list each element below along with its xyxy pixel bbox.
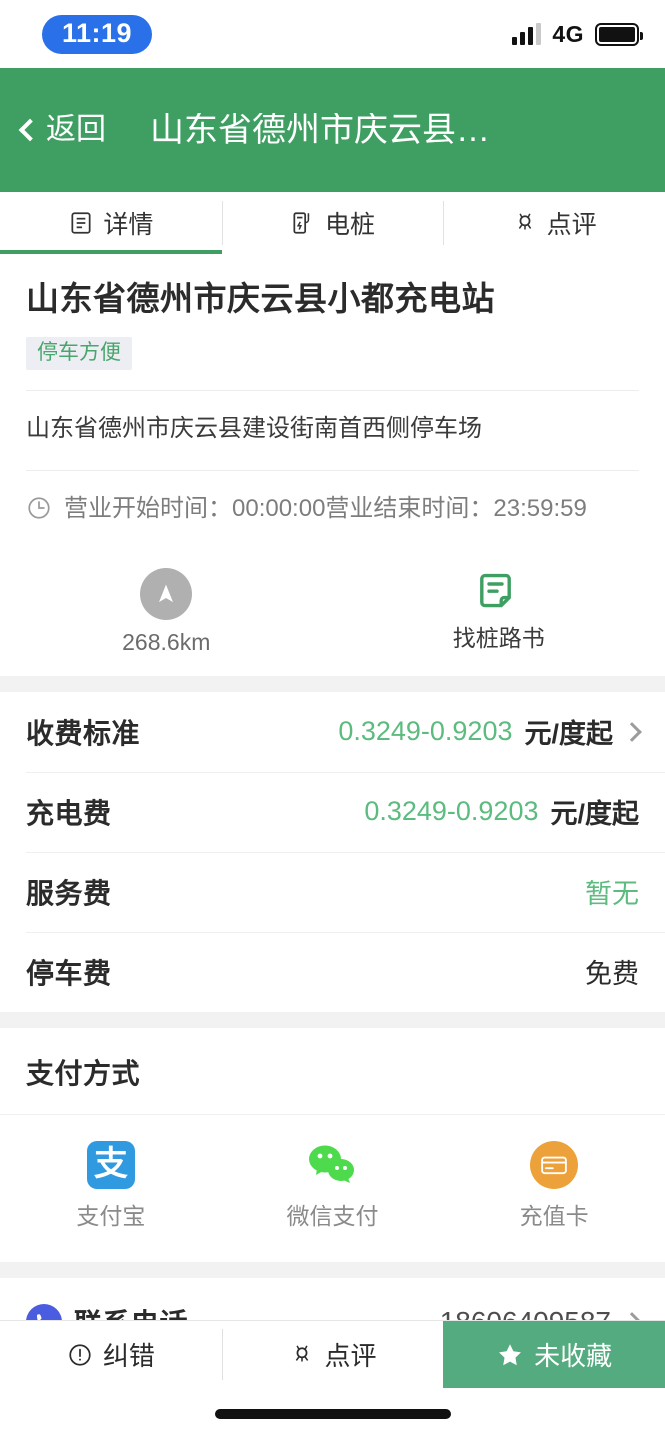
payment-methods-card: 支付方式 支 支付宝 微信支付 充值卡 [0, 1027, 665, 1262]
business-hours-row: 营业开始时间：00:00:00营业结束时间：23:59:59 [0, 471, 665, 550]
route-book-action[interactable]: 找桩路书 [333, 568, 665, 654]
document-lines-icon [71, 212, 91, 234]
back-button-label: 返回 [46, 113, 106, 146]
fee-unit: 元/度起 [524, 719, 613, 750]
fee-label: 收费标准 [26, 717, 141, 749]
wechat-pay-icon [308, 1145, 354, 1183]
nav-header: 返回 山东省德州市庆云县小... [0, 68, 665, 192]
network-type-label: 4G [552, 20, 584, 47]
fee-value: 0.3249-0.9203 元/度起 [338, 712, 642, 751]
page-content: 山东省德州市庆云县小都充电站 停车方便 山东省德州市庆云县建设街南首西侧停车场 … [0, 254, 665, 1320]
alipay-icon: 支 [86, 1140, 135, 1189]
fee-label: 充电费 [26, 797, 112, 829]
bottom-button-report-error[interactable]: 纠错 [0, 1321, 222, 1388]
bottom-button-review[interactable]: 点评 [221, 1321, 444, 1388]
bottom-button-favorite[interactable]: 未收藏 [443, 1321, 665, 1388]
status-bar: 11:19 4G [0, 0, 665, 68]
bottom-button-label: 点评 [324, 1341, 377, 1371]
distance-label: 268.6km [122, 628, 211, 655]
contact-phone-number: 18606409587 [440, 1306, 611, 1320]
fee-value: 免费 [585, 959, 639, 990]
contact-phone-right: 18606409587 [440, 1306, 642, 1320]
bottom-button-label: 未收藏 [534, 1341, 613, 1371]
status-bar-time: 11:19 [42, 14, 153, 54]
contact-phone-row[interactable]: 联系电话 18606409587 [0, 1277, 665, 1320]
navigate-action[interactable]: 268.6km [0, 567, 333, 655]
station-info-card: 山东省德州市庆云县小都充电站 停车方便 山东省德州市庆云县建设街南首西侧停车场 … [0, 254, 665, 676]
charging-pile-icon [293, 212, 310, 234]
fee-unit: 元/度起 [550, 799, 639, 830]
home-indicator [214, 1409, 451, 1419]
bottom-action-bar: 纠错 点评 未收藏 [0, 1320, 665, 1388]
section-gap [0, 1011, 665, 1028]
signal-bars-icon [512, 23, 542, 45]
review-flower-icon [518, 213, 531, 230]
section-gap [0, 1261, 665, 1278]
payment-section-title: 支付方式 [26, 1057, 141, 1089]
tab-reviews[interactable]: 点评 [443, 192, 665, 254]
charging-station-detail-page: 11:19 4G 返回 山东省德州市庆云县小... 详情 电桩 点评 山东省德州… [0, 0, 665, 1440]
home-indicator-area [0, 1388, 665, 1440]
contact-phone-label: 联系电话 [74, 1302, 188, 1320]
fee-label: 服务费 [26, 877, 112, 909]
payment-method-label: 充值卡 [519, 1202, 589, 1229]
back-button[interactable]: 返回 [18, 113, 106, 146]
route-book-icon [479, 573, 511, 608]
fee-price: 0.3249-0.9203 [364, 796, 539, 827]
navigation-arrow-icon [140, 567, 193, 620]
tab-details-label: 详情 [103, 211, 154, 239]
tab-piles[interactable]: 电桩 [221, 192, 444, 254]
payment-method-card[interactable]: 充值卡 [443, 1140, 665, 1229]
station-header: 山东省德州市庆云县小都充电站 停车方便 [0, 254, 665, 390]
tab-reviews-label: 点评 [546, 211, 597, 239]
fee-list: 收费标准 0.3249-0.9203 元/度起 充电费 0.3249-0.9203… [0, 691, 665, 1012]
contact-card: 联系电话 18606409587 [0, 1277, 665, 1320]
payment-method-wechat[interactable]: 微信支付 [222, 1141, 444, 1228]
route-book-label: 找桩路书 [452, 624, 545, 651]
station-address: 山东省德州市庆云县建设街南首西侧停车场 [26, 415, 482, 443]
phone-icon [26, 1303, 62, 1320]
contact-phone-left: 联系电话 [26, 1302, 188, 1320]
chevron-right-icon [622, 1311, 642, 1320]
station-tag-row: 停车方便 [26, 337, 639, 371]
fee-row-parking: 停车费 免费 [0, 931, 665, 1012]
section-gap [0, 675, 665, 692]
payment-method-label: 支付宝 [76, 1202, 146, 1229]
quick-actions: 268.6km 找桩路书 [0, 549, 665, 676]
payment-method-alipay[interactable]: 支 支付宝 [0, 1140, 222, 1229]
fee-row-charging: 充电费 0.3249-0.9203 元/度起 [0, 771, 665, 852]
station-name: 山东省德州市庆云县小都充电站 [26, 280, 495, 317]
tab-piles-label: 电桩 [325, 211, 376, 239]
tab-details[interactable]: 详情 [0, 192, 222, 254]
bottom-button-label: 纠错 [102, 1341, 155, 1371]
business-hours-text: 营业开始时间：00:00:00营业结束时间：23:59:59 [64, 494, 587, 522]
payment-method-label: 微信支付 [286, 1202, 379, 1229]
payment-method-list: 支 支付宝 微信支付 充值卡 [0, 1113, 665, 1262]
status-bar-indicators: 4G [512, 20, 643, 48]
recharge-card-icon [530, 1140, 579, 1189]
error-report-icon [69, 1343, 91, 1366]
star-icon [499, 1343, 522, 1365]
fee-price: 0.3249-0.9203 [338, 716, 513, 747]
chevron-left-icon [18, 118, 42, 142]
review-flower-icon [295, 1344, 308, 1361]
fee-label: 停车费 [26, 957, 112, 989]
fee-row-standard[interactable]: 收费标准 0.3249-0.9203 元/度起 [0, 691, 665, 772]
clock-icon [28, 497, 50, 519]
tab-bar: 详情 电桩 点评 [0, 192, 665, 254]
fee-value: 0.3249-0.9203 元/度起 [364, 792, 639, 831]
battery-icon [595, 22, 643, 46]
fee-value: 暂无 [585, 879, 639, 910]
chevron-right-icon [622, 721, 642, 742]
fee-row-service: 服务费 暂无 [0, 851, 665, 932]
status-badge: 停车方便 [26, 337, 132, 371]
